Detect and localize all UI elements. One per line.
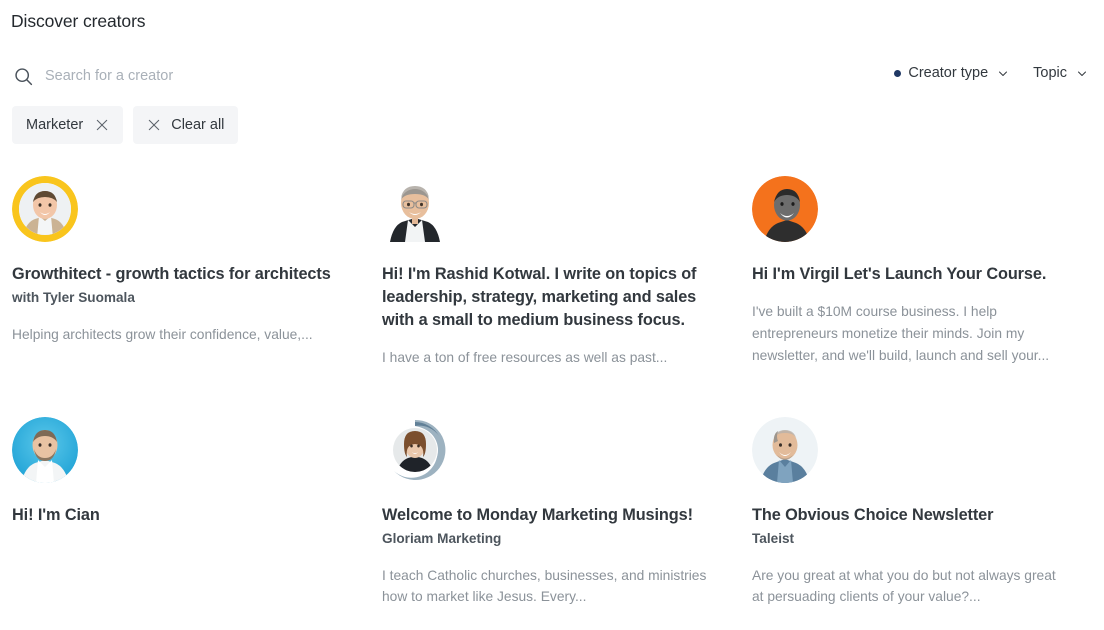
filter-chip-label: Marketer: [26, 116, 84, 133]
rashid-kotwal-avatar: [382, 176, 448, 242]
clear-all-label: Clear all: [171, 116, 225, 133]
avatar: [382, 176, 448, 242]
creator-card-title: Hi! I'm Cian: [12, 506, 100, 524]
creator-card[interactable]: Growthitect - growth tactics for archite…: [12, 176, 382, 417]
chevron-down-icon: [1076, 67, 1088, 79]
creator-card-subtitle: Taleist: [752, 531, 795, 547]
avatar: [12, 417, 78, 483]
avatar: [752, 176, 818, 242]
creator-card[interactable]: Welcome to Monday Marketing Musings! Glo…: [382, 417, 752, 630]
active-filter-dot-icon: [894, 69, 902, 77]
clear-all-button[interactable]: Clear all: [133, 106, 239, 144]
close-icon[interactable]: [95, 118, 109, 132]
filter-creator-type-label: Creator type: [908, 65, 989, 81]
page-title: Discover creators: [11, 11, 146, 31]
virgil-avatar: [752, 176, 818, 242]
filter-chip-marketer[interactable]: Marketer: [12, 106, 124, 144]
avatar: [382, 417, 448, 483]
taleist-avatar: [752, 417, 818, 483]
filter-creator-type[interactable]: Creator type: [892, 62, 1011, 84]
creator-card-description: I have a ton of free resources as well a…: [382, 350, 668, 366]
active-filters-row: Marketer Clear all: [12, 106, 239, 144]
creator-card-description: Are you great at what you do but not alw…: [752, 567, 1056, 605]
search-bar[interactable]: [12, 60, 432, 92]
creator-card-title: The Obvious Choice Newsletter: [752, 506, 994, 524]
creator-card[interactable]: Hi! I'm Cian: [12, 417, 382, 630]
gloriam-marketing-avatar: [382, 417, 448, 483]
creator-card-description: Helping architects grow their confidence…: [12, 326, 313, 342]
close-icon: [147, 118, 161, 132]
creator-card-description: I've built a $10M course business. I hel…: [752, 304, 1050, 363]
cian-avatar: [12, 417, 78, 483]
creator-card-description: I teach Catholic churches, businesses, a…: [382, 567, 707, 605]
avatar: [752, 417, 818, 483]
filter-controls: Creator type Topic: [892, 62, 1090, 84]
creator-card-grid: Growthitect - growth tactics for archite…: [12, 176, 1092, 630]
creator-card-title: Welcome to Monday Marketing Musings!: [382, 506, 693, 524]
creator-card-title: Hi I'm Virgil Let's Launch Your Course.: [752, 265, 1047, 283]
creator-card[interactable]: Hi I'm Virgil Let's Launch Your Course. …: [752, 176, 1092, 417]
search-icon: [12, 65, 34, 87]
avatar: [12, 176, 78, 242]
creator-card[interactable]: The Obvious Choice Newsletter Taleist Ar…: [752, 417, 1092, 630]
creator-card-subtitle: Gloriam Marketing: [382, 531, 502, 547]
filter-topic[interactable]: Topic: [1031, 62, 1090, 84]
creator-card[interactable]: Hi! I'm Rashid Kotwal. I write on topics…: [382, 176, 752, 417]
creator-card-subtitle: with Tyler Suomala: [12, 290, 135, 306]
tyler-suomala-avatar: [12, 176, 78, 242]
filter-topic-label: Topic: [1033, 65, 1067, 81]
search-input[interactable]: [45, 63, 432, 89]
discover-creators-page: Discover creators Creator type Topic: [0, 0, 1104, 630]
creator-card-title: Growthitect - growth tactics for archite…: [12, 265, 331, 283]
chevron-down-icon: [997, 67, 1009, 79]
creator-card-title: Hi! I'm Rashid Kotwal. I write on topics…: [382, 265, 697, 330]
